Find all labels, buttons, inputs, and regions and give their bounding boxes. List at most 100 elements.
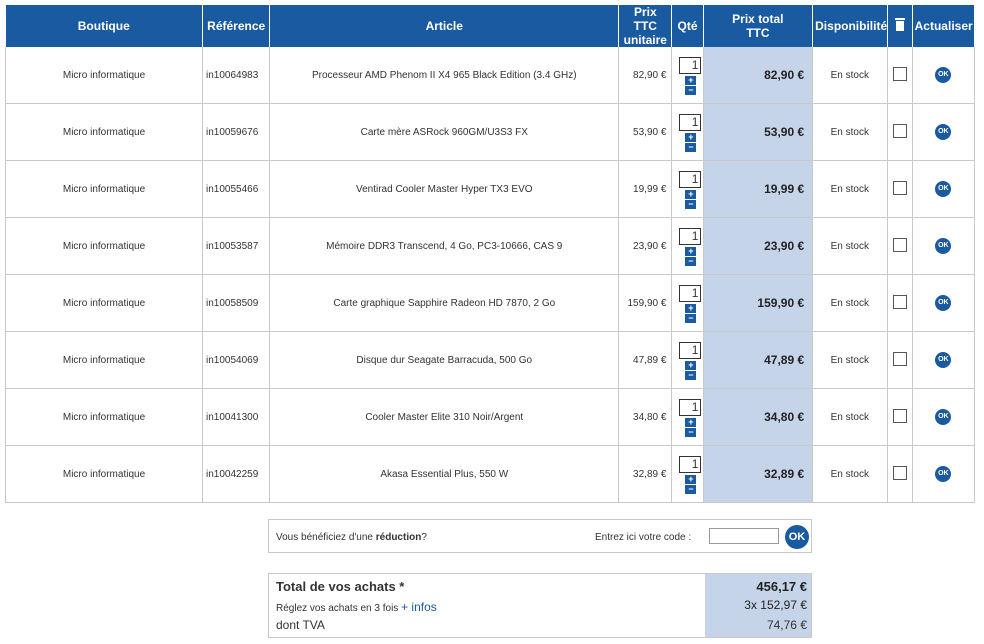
ok-icon[interactable]: OK	[935, 181, 952, 197]
order-totals: Total de vos achats * 456,17 € Réglez vo…	[268, 573, 812, 638]
row-delete-cell	[887, 160, 913, 218]
minus-icon[interactable]: −	[685, 257, 697, 266]
minus-icon[interactable]: −	[685, 428, 697, 437]
quantity-input[interactable]: 1	[679, 399, 702, 416]
promo-text-before: Vous bénéficiez d'une	[276, 532, 376, 543]
ok-icon[interactable]: OK	[935, 67, 952, 83]
row-refresh-cell: OK	[912, 445, 976, 503]
row-delete-cell	[887, 103, 913, 161]
row-article: Cooler Master Elite 310 Noir/Argent	[269, 388, 620, 446]
row-refresh-cell: OK	[912, 160, 976, 218]
row-unit-price: 19,99 €	[618, 160, 673, 218]
row-reference: in10064983	[202, 47, 271, 104]
cart-row: Micro informatique in10053587 Mémoire DDR3…	[4, 217, 976, 275]
ok-icon[interactable]: OK	[935, 238, 952, 254]
header-unit-price: Prix TTC unitaire	[618, 5, 673, 47]
plus-icon[interactable]: +	[685, 133, 697, 142]
quantity-input[interactable]: 1	[679, 171, 702, 188]
delete-checkbox[interactable]	[892, 180, 907, 195]
header-unit-price-l2: unitaire	[623, 33, 667, 47]
delete-checkbox[interactable]	[892, 294, 907, 309]
plus-icon[interactable]: +	[685, 247, 697, 256]
row-article: Mémoire DDR3 Transcend, 4 Go, PC3-10666,…	[269, 217, 620, 275]
installments-value: 3x 152,97 €	[744, 598, 807, 612]
row-availability: En stock	[812, 274, 888, 332]
delete-checkbox[interactable]	[892, 465, 907, 480]
header-total-price-l2: TTC	[746, 26, 770, 40]
delete-checkbox[interactable]	[892, 351, 907, 366]
row-refresh-cell: OK	[912, 331, 976, 389]
row-quantity-cell: 1 + −	[671, 47, 705, 104]
quantity-stepper: 1 + −	[679, 340, 705, 380]
ok-icon[interactable]: OK	[935, 409, 952, 425]
minus-icon[interactable]: −	[685, 143, 697, 152]
row-reference: in10059676	[202, 103, 271, 161]
infos-link[interactable]: + infos	[401, 600, 437, 614]
row-total-price: 32,89 €	[703, 445, 814, 503]
minus-icon[interactable]: −	[685, 86, 697, 95]
quantity-stepper: 1 + −	[679, 169, 705, 209]
row-unit-price: 159,90 €	[618, 274, 673, 332]
quantity-stepper: 1 + −	[679, 55, 705, 95]
row-boutique: Micro informatique	[4, 103, 204, 161]
plus-icon[interactable]: +	[685, 418, 697, 427]
delete-checkbox[interactable]	[892, 66, 907, 81]
minus-icon[interactable]: −	[685, 314, 697, 323]
row-refresh-cell: OK	[912, 103, 976, 161]
row-quantity-cell: 1 + −	[671, 103, 704, 161]
row-availability: En stock	[812, 331, 888, 389]
row-total-price: 47,89 €	[703, 331, 814, 389]
delete-checkbox[interactable]	[892, 237, 907, 252]
row-delete-cell	[887, 445, 913, 503]
row-article: Carte graphique Sapphire Radeon HD 7870,…	[269, 274, 620, 332]
minus-icon[interactable]: −	[685, 485, 697, 494]
cart-row: Micro informatique in10059676 Carte mère A…	[4, 103, 976, 161]
plus-icon[interactable]: +	[685, 304, 697, 313]
plus-icon[interactable]: +	[685, 361, 697, 370]
row-article: Ventirad Cooler Master Hyper TX3 EVO	[269, 160, 620, 218]
cart-table: Boutique Référence Article Prix TTC unita…	[4, 5, 976, 503]
promo-code-input[interactable]	[709, 528, 779, 544]
header-refresh: Actualiser	[912, 5, 976, 47]
delete-checkbox[interactable]	[892, 408, 907, 423]
quantity-input[interactable]: 1	[679, 228, 702, 245]
quantity-input[interactable]: 1	[679, 114, 702, 131]
tva-label: dont TVA	[276, 618, 325, 632]
plus-icon[interactable]: +	[685, 475, 697, 484]
cart-header-row: Boutique Référence Article Prix TTC unita…	[5, 5, 976, 47]
row-quantity-cell: 1 + −	[671, 160, 705, 218]
delete-checkbox[interactable]	[892, 123, 907, 138]
quantity-input[interactable]: 1	[679, 57, 702, 74]
quantity-input[interactable]: 1	[679, 342, 702, 359]
row-boutique: Micro informatique	[4, 445, 204, 503]
row-delete-cell	[887, 47, 913, 104]
row-unit-price: 53,90 €	[618, 103, 673, 161]
total-value: 456,17 €	[756, 579, 807, 594]
quantity-input[interactable]: 1	[679, 285, 702, 302]
quantity-input[interactable]: 1	[679, 456, 702, 473]
promo-question: Vous bénéficiez d'une réduction?	[276, 532, 427, 543]
row-reference: in10053587	[202, 217, 271, 275]
row-boutique: Micro informatique	[4, 331, 204, 389]
ok-icon[interactable]: OK	[935, 295, 952, 311]
row-total-price: 23,90 €	[703, 217, 814, 275]
plus-icon[interactable]: +	[685, 190, 697, 199]
promo-ok-button[interactable]: OK	[785, 525, 809, 549]
row-reference: in10058509	[202, 274, 271, 332]
minus-icon[interactable]: −	[685, 200, 697, 209]
total-label: Total de vos achats *	[276, 579, 405, 594]
ok-icon[interactable]: OK	[935, 124, 952, 140]
row-refresh-cell: OK	[912, 47, 976, 104]
cart-row: Micro informatique in10042259 Akasa Essent…	[4, 445, 976, 503]
plus-icon[interactable]: +	[685, 76, 697, 85]
row-boutique: Micro informatique	[4, 388, 204, 446]
promo-code-label: Entrez ici votre code :	[595, 532, 692, 543]
header-reference: Référence	[202, 5, 271, 47]
row-availability: En stock	[812, 388, 888, 446]
row-article: Carte mère ASRock 960GM/U3S3 FX	[269, 103, 620, 161]
ok-icon[interactable]: OK	[935, 352, 952, 368]
row-quantity-cell: 1 + −	[671, 274, 704, 332]
minus-icon[interactable]: −	[685, 371, 697, 380]
header-availability: Disponibilité	[812, 5, 888, 47]
ok-icon[interactable]: OK	[935, 466, 952, 482]
